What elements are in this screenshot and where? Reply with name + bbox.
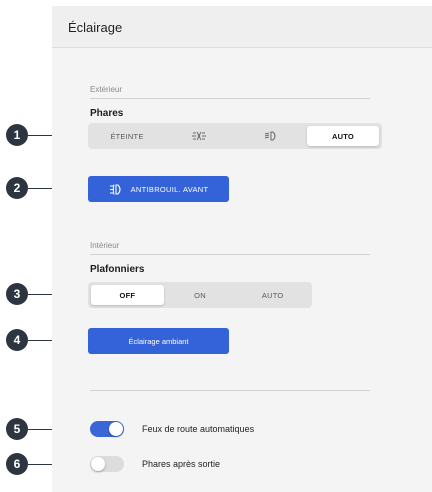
ambient-lighting-button[interactable]: Éclairage ambiant — [88, 328, 229, 354]
low-beam-icon — [264, 131, 276, 141]
parking-lights-icon — [192, 131, 206, 141]
ceiling-lights-title: Plafonniers — [90, 264, 145, 275]
auto-high-beam-label: Feux de route automatiques — [142, 424, 255, 434]
headlights-option-off[interactable]: ÉTEINTE — [91, 126, 163, 146]
callout-3: 3 — [6, 283, 28, 305]
interior-divider — [90, 254, 370, 255]
headlights-option-auto[interactable]: AUTO — [307, 126, 379, 146]
interior-section-label: Intérieur — [90, 241, 120, 250]
callout-2: 2 — [6, 177, 28, 199]
ceiling-lights-option-on[interactable]: ON — [164, 285, 237, 305]
page-title: Éclairage — [68, 20, 123, 35]
callout-6: 6 — [6, 453, 28, 475]
front-fog-light-button[interactable]: ANTIBROUIL. AVANT — [88, 176, 229, 202]
ceiling-lights-selector: OFF ON AUTO — [88, 282, 312, 308]
lighting-settings-panel: Éclairage Extérieur Phares ÉTEINTE AUTO — [52, 6, 432, 492]
callout-4: 4 — [6, 329, 28, 351]
callout-1: 1 — [6, 124, 28, 146]
toggle-knob — [91, 457, 105, 471]
toggle-knob — [109, 422, 123, 436]
exterior-section-label: Extérieur — [90, 85, 123, 94]
panel-header: Éclairage — [52, 6, 432, 48]
auto-high-beam-toggle[interactable] — [90, 421, 124, 437]
ceiling-lights-option-off[interactable]: OFF — [91, 285, 164, 305]
headlights-title: Phares — [90, 108, 124, 119]
front-fog-light-icon — [109, 183, 121, 195]
follow-me-home-toggle[interactable] — [90, 456, 124, 472]
headlights-option-low-beam[interactable] — [235, 126, 307, 146]
ceiling-lights-option-auto[interactable]: AUTO — [236, 285, 309, 305]
exterior-divider — [90, 98, 370, 99]
ambient-lighting-label: Éclairage ambiant — [128, 336, 189, 346]
follow-me-home-label: Phares après sortie — [142, 459, 221, 469]
headlights-selector: ÉTEINTE AUTO — [88, 123, 382, 149]
headlights-option-parking[interactable] — [163, 126, 235, 146]
callout-5: 5 — [6, 418, 28, 440]
toggles-divider — [90, 390, 370, 391]
front-fog-light-label: ANTIBROUIL. AVANT — [130, 184, 209, 194]
